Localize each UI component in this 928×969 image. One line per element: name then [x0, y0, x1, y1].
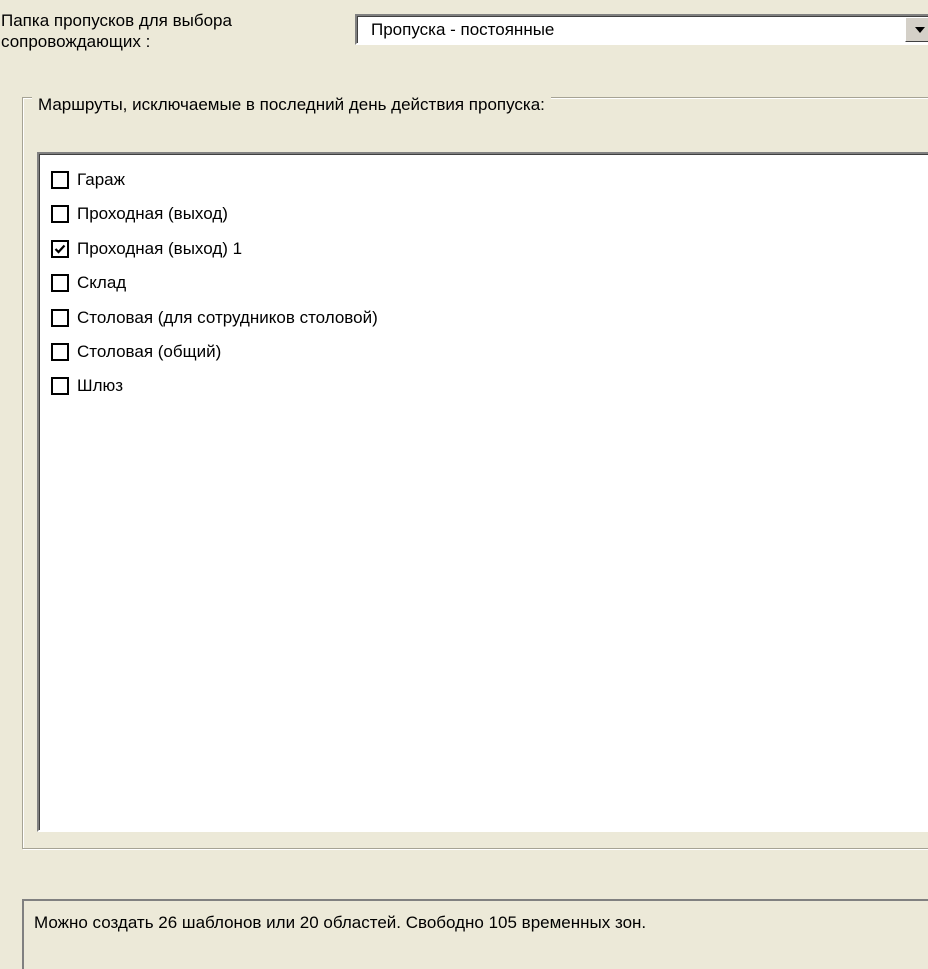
- route-checkbox[interactable]: [51, 171, 69, 189]
- folder-label: Папка пропусков для выбора сопровождающи…: [1, 11, 232, 51]
- route-checkbox[interactable]: [51, 377, 69, 395]
- routes-group-title: Маршруты, исключаемые в последний день д…: [32, 96, 551, 114]
- route-item-label: Проходная (выход) 1: [77, 239, 243, 258]
- route-item-label: Склад: [77, 273, 127, 292]
- status-panel: Можно создать 26 шаблонов или 20 областе…: [22, 899, 928, 969]
- route-item-label: Столовая (общий): [77, 342, 222, 361]
- route-checkbox[interactable]: [51, 309, 69, 327]
- status-text: Можно создать 26 шаблонов или 20 областе…: [34, 913, 647, 932]
- route-checkbox[interactable]: [51, 240, 69, 258]
- routes-checklist[interactable]: Гараж Проходная (выход) Проходная (выход…: [37, 152, 928, 832]
- chevron-down-icon: [915, 27, 925, 33]
- folder-select[interactable]: Пропуска - постоянные: [355, 14, 928, 45]
- route-checkbox[interactable]: [51, 274, 69, 292]
- route-item-label: Гараж: [77, 170, 125, 189]
- folder-select-value: Пропуска - постоянные: [371, 20, 555, 39]
- route-item-label: Шлюз: [77, 376, 124, 395]
- route-item-label: Проходная (выход): [77, 204, 228, 223]
- folder-select-dropdown-button[interactable]: [905, 17, 928, 42]
- route-checkbox[interactable]: [51, 343, 69, 361]
- route-item-label: Столовая (для сотрудников столовой): [77, 308, 378, 327]
- checkmark-icon: [54, 244, 66, 254]
- route-checkbox[interactable]: [51, 205, 69, 223]
